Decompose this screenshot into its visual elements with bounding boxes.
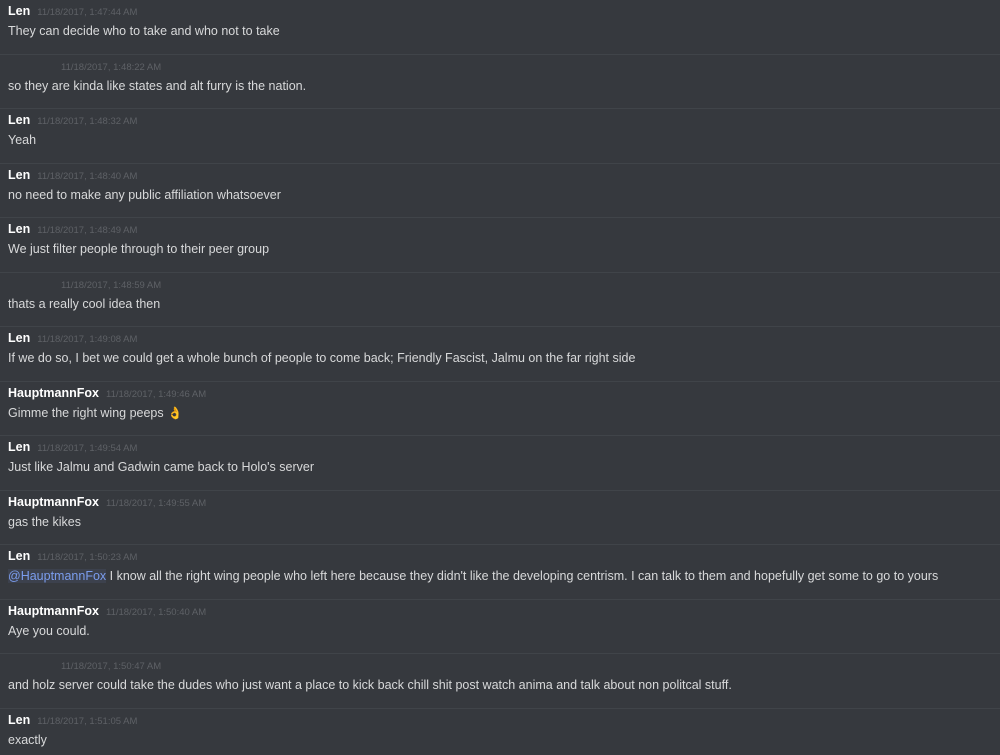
message-content: so they are kinda like states and alt fu…: [8, 78, 307, 93]
chat-message[interactable]: HauptmannFox 11/18/2017, 1:49:46 AM Gimme …: [0, 382, 1000, 436]
message-header: 11/18/2017, 1:50:47 AM: [8, 657, 1000, 673]
message-author[interactable]: Len: [8, 440, 30, 454]
user-mention[interactable]: @HauptmannFox: [8, 569, 107, 583]
message-author[interactable]: Len: [8, 549, 30, 563]
message-text: Just like Jalmu and Gadwin came back to …: [8, 459, 1000, 476]
chat-message[interactable]: Len 11/18/2017, 1:49:54 AM Just like Jalmu…: [0, 436, 1000, 491]
message-author[interactable]: Len: [8, 4, 30, 18]
message-timestamp: 11/18/2017, 1:50:23 AM: [37, 552, 138, 563]
message-text: and holz server could take the dudes who…: [8, 677, 1000, 694]
message-text: Aye you could.: [8, 623, 1000, 640]
chat-messages: Len 11/18/2017, 1:47:44 AM They can decide…: [0, 0, 1000, 755]
message-author[interactable]: HauptmannFox: [8, 386, 99, 400]
message-content: They can decide who to take and who not …: [8, 24, 280, 38]
message-header: Len 11/18/2017, 1:48:49 AM: [8, 221, 1000, 237]
chat-message[interactable]: 11/18/2017, 1:48:22 AM so they are kinda …: [0, 55, 1000, 109]
message-header: Len 11/18/2017, 1:49:08 AM: [8, 330, 1000, 346]
message-content: thats a really cool idea then: [8, 296, 161, 311]
message-text: gas the kikes: [8, 514, 1000, 531]
message-timestamp: 11/18/2017, 1:48:22 AM: [61, 61, 162, 73]
chat-message[interactable]: Len 11/18/2017, 1:48:40 AM no need to make…: [0, 164, 1000, 218]
message-text: thats a really cool idea then: [8, 296, 1000, 313]
message-content: We just filter people through to their p…: [8, 242, 270, 256]
message-author[interactable]: HauptmannFox: [8, 604, 99, 618]
message-header: Len 11/18/2017, 1:48:32 AM: [8, 112, 1000, 128]
message-author[interactable]: Len: [8, 168, 30, 182]
message-header: HauptmannFox 11/18/2017, 1:49:46 AM: [8, 385, 1000, 401]
chat-message[interactable]: Len 11/18/2017, 1:48:32 AM Yeah: [0, 109, 1000, 164]
message-header: Len 11/18/2017, 1:49:54 AM: [8, 439, 1000, 455]
message-header: 11/18/2017, 1:48:59 AM: [8, 276, 1000, 292]
message-author[interactable]: Len: [8, 222, 30, 236]
message-content: Just like Jalmu and Gadwin came back to …: [8, 460, 314, 474]
message-header: 11/18/2017, 1:48:22 AM: [8, 58, 1000, 74]
message-text: We just filter people through to their p…: [8, 241, 1000, 258]
message-timestamp: 11/18/2017, 1:48:59 AM: [61, 279, 162, 291]
message-content: Aye you could.: [8, 623, 90, 638]
chat-message[interactable]: Len 11/18/2017, 1:49:08 AM If we do so, I …: [0, 327, 1000, 382]
message-timestamp: 11/18/2017, 1:50:40 AM: [105, 606, 207, 618]
message-header: Len 11/18/2017, 1:47:44 AM: [8, 3, 1000, 19]
message-content: and holz server could take the dudes who…: [8, 678, 732, 692]
message-text: Yeah: [8, 132, 1000, 149]
message-content: no need to make any public affiliation w…: [8, 187, 281, 202]
chat-message[interactable]: 11/18/2017, 1:50:47 AM and holz server co…: [0, 654, 1000, 709]
ok-hand-emoji-icon: 👌: [167, 405, 183, 420]
chat-message[interactable]: HauptmannFox 11/18/2017, 1:49:55 AM gas th…: [0, 491, 1000, 545]
message-author[interactable]: Len: [8, 713, 30, 727]
message-timestamp: 11/18/2017, 1:48:40 AM: [37, 170, 138, 182]
chat-message[interactable]: Len 11/18/2017, 1:51:05 AM exactly: [0, 709, 1000, 755]
message-author[interactable]: Len: [8, 331, 30, 345]
message-author[interactable]: Len: [8, 113, 30, 127]
message-content: I know all the right wing people who lef…: [106, 569, 939, 583]
message-header: Len 11/18/2017, 1:50:23 AM: [8, 548, 1000, 564]
message-timestamp: 11/18/2017, 1:49:55 AM: [105, 497, 207, 509]
message-timestamp: 11/18/2017, 1:48:49 AM: [37, 225, 138, 236]
message-author[interactable]: HauptmannFox: [8, 495, 99, 509]
message-content: Gimme the right wing peeps: [8, 405, 164, 420]
message-text: exactly: [8, 732, 1000, 749]
chat-message[interactable]: Len 11/18/2017, 1:50:23 AM @HauptmannFox I…: [0, 545, 1000, 600]
message-text: Gimme the right wing peeps 👌: [8, 405, 1000, 422]
chat-message[interactable]: Len 11/18/2017, 1:48:49 AM We just filter …: [0, 218, 1000, 273]
message-header: Len 11/18/2017, 1:48:40 AM: [8, 167, 1000, 183]
message-timestamp: 11/18/2017, 1:49:54 AM: [37, 443, 138, 454]
message-timestamp: 11/18/2017, 1:51:05 AM: [37, 715, 138, 727]
chat-message[interactable]: 11/18/2017, 1:48:59 AM thats a really coo…: [0, 273, 1000, 327]
message-header: Len 11/18/2017, 1:51:05 AM: [8, 712, 1000, 728]
message-content: exactly: [8, 732, 47, 747]
message-text: If we do so, I bet we could get a whole …: [8, 350, 1000, 367]
message-timestamp: 11/18/2017, 1:49:46 AM: [105, 388, 207, 400]
message-content: Yeah: [8, 133, 37, 147]
message-timestamp: 11/18/2017, 1:50:47 AM: [61, 661, 162, 672]
message-header: HauptmannFox 11/18/2017, 1:49:55 AM: [8, 494, 1000, 510]
message-text: They can decide who to take and who not …: [8, 23, 1000, 40]
message-text: @HauptmannFox I know all the right wing …: [8, 568, 1000, 585]
message-content: gas the kikes: [8, 514, 81, 529]
message-header: HauptmannFox 11/18/2017, 1:50:40 AM: [8, 603, 1000, 619]
message-timestamp: 11/18/2017, 1:47:44 AM: [37, 7, 138, 18]
message-content: If we do so, I bet we could get a whole …: [8, 351, 636, 365]
chat-message[interactable]: HauptmannFox 11/18/2017, 1:50:40 AM Aye yo…: [0, 600, 1000, 654]
message-timestamp: 11/18/2017, 1:48:32 AM: [37, 116, 138, 127]
message-text: so they are kinda like states and alt fu…: [8, 78, 1000, 95]
message-timestamp: 11/18/2017, 1:49:08 AM: [37, 334, 138, 345]
message-text: no need to make any public affiliation w…: [8, 187, 1000, 204]
chat-message[interactable]: Len 11/18/2017, 1:47:44 AM They can decide…: [0, 0, 1000, 55]
